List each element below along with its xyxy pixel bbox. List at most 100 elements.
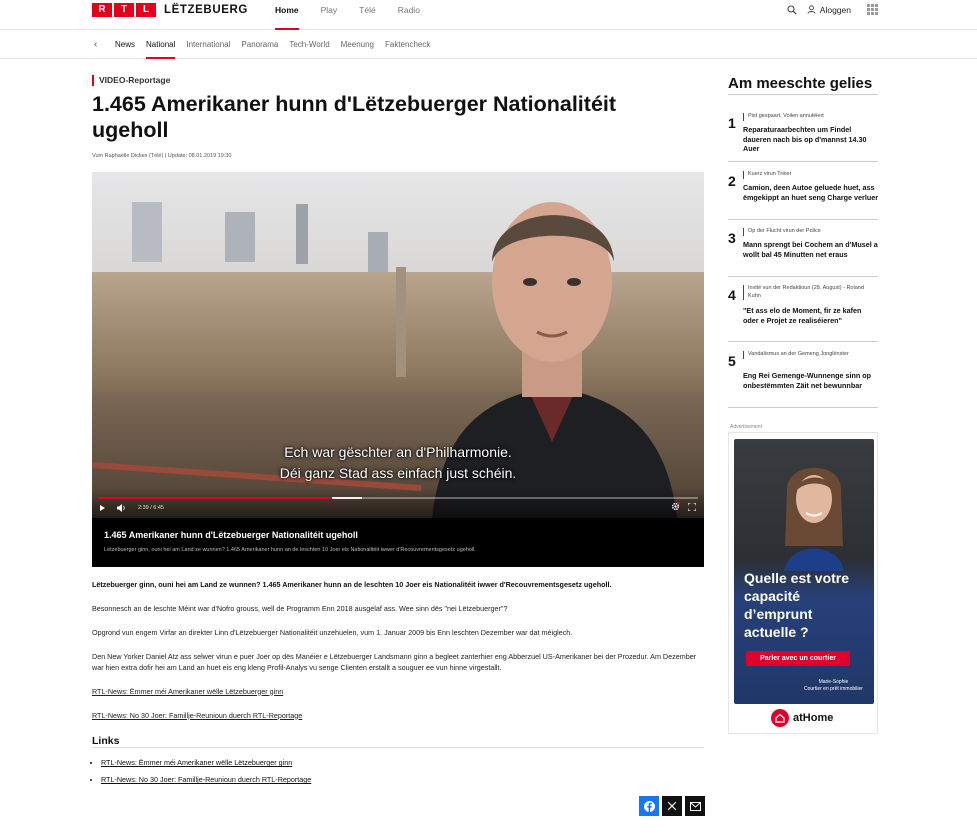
subnav-international[interactable]: International (186, 40, 230, 59)
most-read-item-5[interactable]: 5 Vandalismus an der Gemeng Jonglënster … (728, 351, 878, 408)
facebook-share-button[interactable] (639, 796, 659, 816)
subnav-panorama[interactable]: Panorama (241, 40, 278, 59)
links-list-item: RTL-News: Ëmmer méi Amerikaner wëlle Lët… (101, 754, 311, 771)
mail-icon (689, 801, 701, 811)
subnav-faktencheck[interactable]: Faktencheck (385, 40, 430, 59)
most-read-item-1[interactable]: 1 Pist gespaart, Voilen annuléiert Repar… (728, 113, 878, 162)
video-caption: 1.465 Amerikaner hunn d'Lëtzebuerger Nat… (92, 518, 704, 567)
rank-headline[interactable]: Reparaturaarbechten um Findel daueren na… (743, 125, 878, 154)
ad-signature: Marie-Sophie Courtier en prêt immobilier (804, 679, 863, 693)
article-paragraph: Den New Yorker Daniel Atz ass selwer vir… (92, 652, 697, 672)
related-link-2[interactable]: RTL-News: No 30 Joer: Famillje-Reunioun … (92, 711, 302, 720)
facebook-icon (643, 800, 655, 812)
article-paragraph: Besonnesch an de leschte Méint war d'Nof… (92, 604, 508, 613)
links-list-item: RTL-News: No 30 Joer: Famillje-Reunioun … (101, 771, 311, 788)
subnav-meenung[interactable]: Meenung (341, 40, 374, 59)
ad-signature-role: Courtier en prêt immobilier (804, 686, 863, 692)
links-item-link-1[interactable]: RTL-News: Ëmmer méi Amerikaner wëlle Lët… (101, 758, 292, 767)
ad-headline: Quelle est votre capacité d’emprunt actu… (744, 570, 850, 640)
rank-category: Op der Flucht virun der Police (743, 228, 878, 236)
header-actions: Aloggen (787, 4, 878, 15)
rank-number: 5 (728, 353, 736, 369)
rank-category: Pist gespaart, Voilen annuléiert (743, 113, 878, 121)
user-icon[interactable] (807, 5, 816, 14)
nav-home[interactable]: Home (275, 5, 299, 30)
rtl-logo[interactable]: R T L LËTZEBUERG (92, 3, 248, 17)
ad-cta-button[interactable]: Parler avec un courtier (746, 651, 850, 666)
nav-tele[interactable]: Télé (359, 5, 376, 30)
most-read-item-2[interactable]: 2 Kuerz virun Tréier Camion, deen Autoe … (728, 171, 878, 220)
nav-radio[interactable]: Radio (398, 5, 420, 30)
advertisement-banner[interactable]: Quelle est votre capacité d’emprunt actu… (728, 432, 878, 734)
video-caption-title: 1.465 Amerikaner hunn d'Lëtzebuerger Nat… (104, 530, 358, 540)
subtitle-line-2: Déi ganz Stad ass einfach just schéin. (279, 465, 517, 481)
most-read-item-4[interactable]: 4 Invité vun der Redaktioun (28. August)… (728, 285, 878, 342)
subtitle-line-1: Ech war gëschter an d'Philharmonie. (284, 444, 512, 460)
article-lead: Lëtzebuerger ginn, ouni hei am Land ze w… (92, 580, 612, 589)
logo-letter-l: L (136, 3, 156, 17)
progress-buffered (332, 497, 362, 499)
settings-gear-icon[interactable] (671, 502, 680, 511)
rank-headline[interactable]: Eng Rei Gemenge-Wunnenge sinn op onbestë… (743, 371, 878, 390)
video-caption-description: Lëtzebuerger ginn, ouni hei am Land ze w… (104, 547, 476, 553)
login-link[interactable]: Aloggen (820, 5, 851, 15)
rank-headline[interactable]: Mann sprengt bei Cochem an d'Musel a wol… (743, 240, 878, 259)
share-buttons (639, 796, 705, 816)
video-time: 2:39 / 6:45 (138, 505, 164, 511)
related-link-1[interactable]: RTL-News: Ëmmer méi Amerikaner wëlle Lët… (92, 687, 283, 696)
rank-category: Vandalismus an der Gemeng Jonglënster (743, 351, 878, 359)
rank-number: 4 (728, 287, 736, 303)
email-share-button[interactable] (685, 796, 705, 816)
apps-grid-icon[interactable] (867, 4, 878, 15)
video-frame[interactable]: Ech war gëschter an d'Philharmonie. Déi … (92, 172, 704, 518)
sub-nav-items: News National International Panorama Tec… (115, 40, 441, 59)
ad-image[interactable]: Quelle est votre capacité d’emprunt actu… (734, 439, 874, 704)
video-player[interactable]: Ech war gëschter an d'Philharmonie. Déi … (92, 172, 704, 567)
ad-signature-name: Marie-Sophie (818, 679, 849, 685)
article-kicker: VIDEO-Reportage (92, 75, 170, 86)
most-read-item-3[interactable]: 3 Op der Flucht virun der Police Mann sp… (728, 228, 878, 277)
article-byline: Vum Raphaëlle Dickes (Télé) | Update: 08… (92, 153, 232, 159)
related-link-paragraph: RTL-News: Ëmmer méi Amerikaner wëlle Lët… (92, 687, 704, 698)
article-paragraph: Opgrond vun engem Virfar an direkter Lin… (92, 628, 573, 637)
logo-letter-r: R (92, 3, 112, 17)
rank-number: 3 (728, 230, 736, 246)
rank-headline[interactable]: "Et ass elo de Moment, fir ze kafen oder… (743, 306, 878, 325)
rank-number: 1 (728, 115, 736, 131)
rank-number: 2 (728, 173, 736, 189)
chevron-left-icon[interactable]: ‹ (94, 39, 97, 50)
subnav-news[interactable]: News (115, 40, 135, 59)
ad-brand: atHome (771, 709, 833, 727)
sub-nav: ‹ News National International Panorama T… (0, 30, 977, 59)
x-icon (667, 801, 677, 811)
subnav-national[interactable]: National (146, 40, 176, 59)
play-icon[interactable] (100, 505, 105, 511)
links-list: RTL-News: Ëmmer méi Amerikaner wëlle Lët… (101, 754, 311, 788)
controls-left: 2:39 / 6:45 (100, 503, 164, 513)
article-title: 1.465 Amerikaner hunn d'Lëtzebuerger Nat… (92, 92, 617, 142)
links-heading: Links (92, 735, 120, 747)
rank-category: Invité vun der Redaktioun (28. August) -… (743, 285, 878, 300)
top-bar: R T L LËTZEBUERG Home Play Télé Radio Al… (0, 0, 977, 30)
ad-brand-name: atHome (793, 712, 834, 724)
main-nav: Home Play Télé Radio (275, 5, 442, 30)
subnav-tech-world[interactable]: Tech-World (289, 40, 329, 59)
nav-play[interactable]: Play (321, 5, 338, 30)
search-icon[interactable] (787, 4, 797, 15)
rank-category: Kuerz virun Tréier (743, 171, 878, 179)
logo-letter-t: T (114, 3, 134, 17)
progress-played (98, 497, 332, 499)
video-subtitles: Ech war gëschter an d'Philharmonie. Déi … (92, 442, 704, 484)
fullscreen-icon[interactable] (688, 502, 696, 511)
house-icon (771, 709, 789, 727)
x-share-button[interactable] (662, 796, 682, 816)
video-controls: 2:39 / 6:45 (92, 488, 704, 518)
ad-person-image (784, 467, 844, 571)
links-item-link-2[interactable]: RTL-News: No 30 Joer: Famillje-Reunioun … (101, 775, 311, 784)
logo-wordmark: LËTZEBUERG (164, 4, 248, 16)
volume-icon[interactable] (117, 504, 126, 512)
most-read-divider (728, 94, 878, 95)
rank-headline[interactable]: Camion, deen Autoe geluede huet, ass ëmg… (743, 183, 878, 202)
video-progress-bar[interactable] (98, 497, 698, 499)
links-divider (92, 747, 704, 748)
